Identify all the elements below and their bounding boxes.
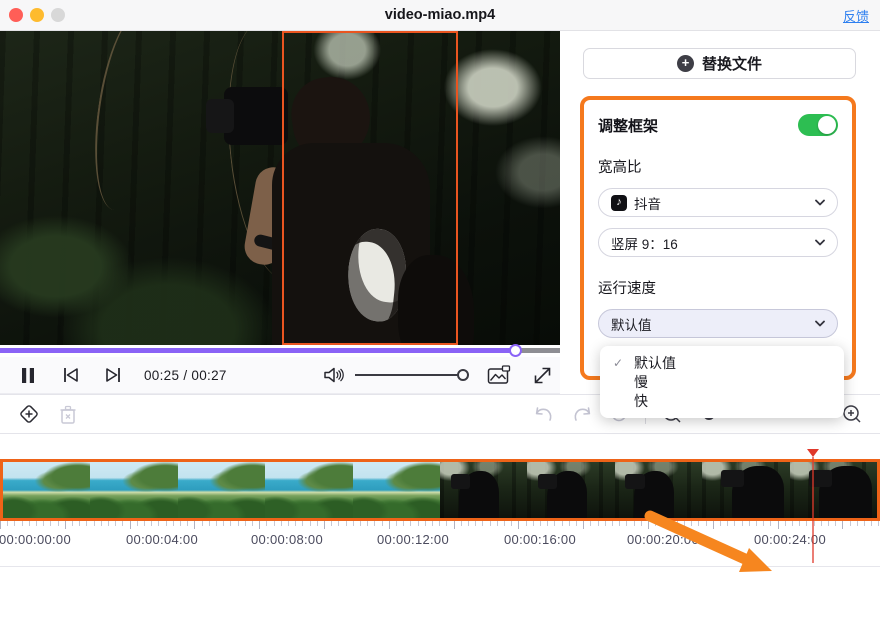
settings-panel: + 替换文件 调整框架 宽高比 ♪ 抖音 竖屏 9：16 运行速度 默认值 ✓ …: [560, 31, 880, 418]
replace-file-button[interactable]: + 替换文件: [583, 48, 856, 79]
chevron-down-icon: [815, 199, 825, 206]
replace-file-label: 替换文件: [701, 56, 762, 73]
add-clip-button[interactable]: [18, 403, 40, 425]
timeline-thumbnail[interactable]: [614, 462, 703, 518]
timeline-thumbnail[interactable]: [3, 462, 91, 518]
title-bar: video-miao.mp4 反馈: [0, 0, 880, 31]
platform-select[interactable]: ♪ 抖音: [598, 188, 838, 217]
timeline-thumbnail[interactable]: [352, 462, 441, 518]
volume-slider[interactable]: [354, 369, 469, 381]
timeline-clip[interactable]: [0, 459, 880, 521]
timeline-thumbnail[interactable]: [265, 462, 353, 518]
playhead-marker[interactable]: [807, 449, 819, 457]
speed-select[interactable]: 默认值: [598, 309, 838, 338]
ruler-timestamp: 00:00:20:00: [627, 532, 699, 547]
speed-value: 默认值: [611, 317, 652, 333]
close-window-button[interactable]: [9, 8, 23, 22]
playhead-line: [812, 457, 814, 563]
orientation-value: 竖屏 9：16: [611, 236, 678, 252]
plus-icon: +: [676, 55, 694, 72]
ruler-labels: 00:00:00:00 00:00:04:00 00:00:08:00 00:00:1…: [0, 532, 880, 550]
platform-value: 抖音: [634, 196, 661, 212]
undo-button: [533, 405, 555, 423]
app-window: video-miao.mp4 反馈 00:25 / 00:27 + 替换文件 调…: [0, 0, 880, 619]
ruler-timestamp: 00:00:16:00: [504, 532, 576, 547]
ruler-ticks: [0, 521, 880, 529]
ruler-timestamp: 00:00:12:00: [377, 532, 449, 547]
timeline-thumbnail[interactable]: [90, 462, 178, 518]
pause-button[interactable]: [20, 367, 36, 384]
video-preview[interactable]: [0, 31, 560, 345]
timeline-thumbnail[interactable]: [440, 462, 528, 518]
footer-bar: 登录 取消 导出: [0, 566, 880, 619]
snapshot-button[interactable]: [487, 365, 511, 385]
window-controls: [9, 8, 65, 22]
volume-icon[interactable]: [323, 366, 345, 384]
chevron-down-icon: [815, 320, 825, 327]
delete-clip-button: [58, 404, 78, 425]
timeline-thumbnail[interactable]: [789, 462, 877, 518]
adjust-frame-toggle[interactable]: [798, 114, 838, 136]
window-title: video-miao.mp4: [384, 7, 496, 23]
feedback-link[interactable]: 反馈: [843, 6, 869, 25]
zoom-window-button: [51, 8, 65, 22]
adjust-frame-panel: 调整框架 宽高比 ♪ 抖音 竖屏 9：16 运行速度 默认值 ✓ 默认值 慢 快: [580, 96, 856, 418]
aspect-ratio-label: 宽高比: [598, 160, 642, 176]
player-controls: 00:25 / 00:27: [0, 357, 560, 394]
ruler-timestamp: 00:00:08:00: [251, 532, 323, 547]
minimize-window-button[interactable]: [30, 8, 44, 22]
orientation-select[interactable]: 竖屏 9：16: [598, 228, 838, 257]
timeline-thumbnail[interactable]: [177, 462, 266, 518]
check-icon: ✓: [613, 355, 624, 370]
seek-handle[interactable]: [509, 344, 523, 357]
volume-handle[interactable]: [456, 369, 469, 381]
seek-bar[interactable]: [0, 344, 560, 357]
tiktok-icon: ♪: [611, 194, 627, 211]
speed-option-fast[interactable]: 快: [600, 391, 844, 410]
adjust-frame-label: 调整框架: [598, 117, 659, 135]
ruler-timestamp: 00:00:00:00: [0, 532, 71, 547]
previous-frame-button[interactable]: [62, 367, 80, 383]
timeline-thumbnail[interactable]: [527, 462, 615, 518]
timeline-ruler[interactable]: 00:00:00:00 00:00:04:00 00:00:08:00 00:00:1…: [0, 521, 880, 551]
seek-progress-fill: [0, 348, 516, 353]
timeline-thumbnail[interactable]: [702, 462, 790, 518]
next-frame-button[interactable]: [104, 367, 122, 383]
zoom-in-button[interactable]: [842, 404, 862, 424]
ruler-timestamp: 00:00:04:00: [126, 532, 198, 547]
fullscreen-button[interactable]: [533, 366, 552, 385]
speed-label: 运行速度: [598, 281, 656, 297]
speed-option-slow[interactable]: 慢: [600, 372, 844, 391]
redo-button: [571, 405, 593, 423]
crop-frame-overlay[interactable]: [282, 31, 458, 345]
time-display: 00:25 / 00:27: [144, 367, 227, 383]
speed-dropdown-menu: ✓ 默认值 慢 快: [600, 346, 844, 418]
ruler-timestamp: 00:00:24:00: [754, 532, 826, 547]
speed-option-default[interactable]: ✓ 默认值: [600, 353, 844, 372]
chevron-down-icon: [815, 239, 825, 246]
